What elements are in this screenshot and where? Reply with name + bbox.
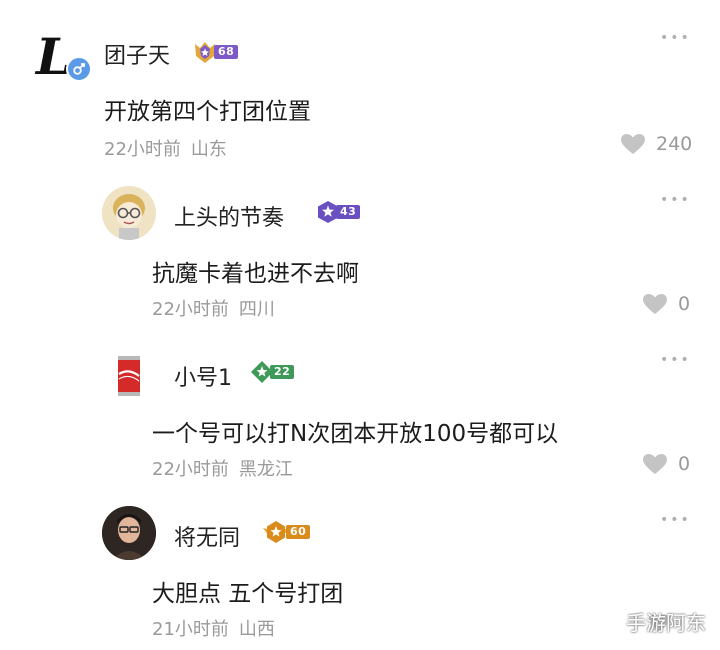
heart-icon [643, 294, 667, 314]
comment-time: 22小时前 [152, 459, 229, 480]
like-count: 0 [678, 293, 691, 315]
comment-time: 21小时前 [152, 619, 229, 640]
comment-meta: 22小时前 四川 [152, 295, 275, 321]
level-badge: 43 [316, 201, 361, 223]
heart-icon [643, 454, 667, 474]
comment-text: 开放第四个打团位置 [104, 99, 311, 125]
level-number: 60 [286, 525, 311, 539]
comment-location: 四川 [238, 299, 275, 320]
cartoon-glasses-avatar-icon [102, 186, 156, 240]
username[interactable]: 将无同 [174, 520, 240, 552]
more-options-button[interactable]: ••• [660, 352, 691, 368]
more-options-button[interactable]: ••• [660, 512, 691, 528]
svg-text:L: L [34, 28, 71, 86]
level-badge: 60 [262, 521, 311, 543]
comment-meta: 22小时前 黑龙江 [152, 455, 293, 481]
more-options-button[interactable]: ••• [660, 30, 691, 46]
avatar[interactable] [102, 186, 156, 240]
comment-meta: 22小时前 山东 [104, 135, 227, 161]
like-button[interactable]: 240 [620, 133, 692, 155]
like-count: 240 [656, 133, 693, 155]
like-count: 0 [678, 453, 691, 475]
comment-location: 黑龙江 [238, 459, 293, 480]
comment-location: 山西 [238, 619, 275, 640]
username[interactable]: 小号1 [174, 360, 232, 392]
level-number: 43 [336, 205, 361, 219]
level-number: 22 [270, 365, 295, 379]
comment-text: 抗魔卡着也进不去啊 [152, 261, 359, 287]
like-button[interactable]: 0 [642, 293, 690, 315]
username[interactable]: 团子天 [104, 38, 170, 70]
comment-item: 小号1 22 ••• 一个号可以打N次团本开放100号都可以 22小时前 黑龙江 … [0, 330, 720, 490]
comment-time: 22小时前 [152, 299, 229, 320]
comment-time: 22小时前 [104, 139, 181, 160]
level-number: 68 [214, 45, 239, 59]
male-icon [66, 56, 92, 82]
like-button[interactable]: 0 [642, 453, 690, 475]
comment-item: 将无同 60 ••• 大胆点 五个号打团 21小时前 山西 [0, 490, 720, 650]
level-badge: 68 [192, 42, 239, 63]
comment-location: 山东 [190, 139, 227, 160]
more-options-button[interactable]: ••• [660, 192, 691, 208]
level-badge: 22 [250, 361, 295, 383]
avatar[interactable] [102, 348, 156, 402]
comment-text: 一个号可以打N次团本开放100号都可以 [152, 421, 559, 447]
comment-item: L 团子天 68 ••• 开放第四个打团位置 22小时前 山东 240 [0, 0, 720, 170]
cola-can-avatar-icon [102, 348, 156, 402]
watermark: 手游阿东 [626, 611, 706, 635]
heart-icon [621, 134, 645, 154]
avatar[interactable] [102, 506, 156, 560]
comment-text: 大胆点 五个号打团 [152, 581, 344, 607]
person-photo-avatar-icon [102, 506, 156, 560]
username[interactable]: 上头的节奏 [174, 200, 284, 232]
comment-item: 上头的节奏 43 ••• 抗魔卡着也进不去啊 22小时前 四川 0 [0, 170, 720, 330]
comment-meta: 21小时前 山西 [152, 615, 275, 641]
